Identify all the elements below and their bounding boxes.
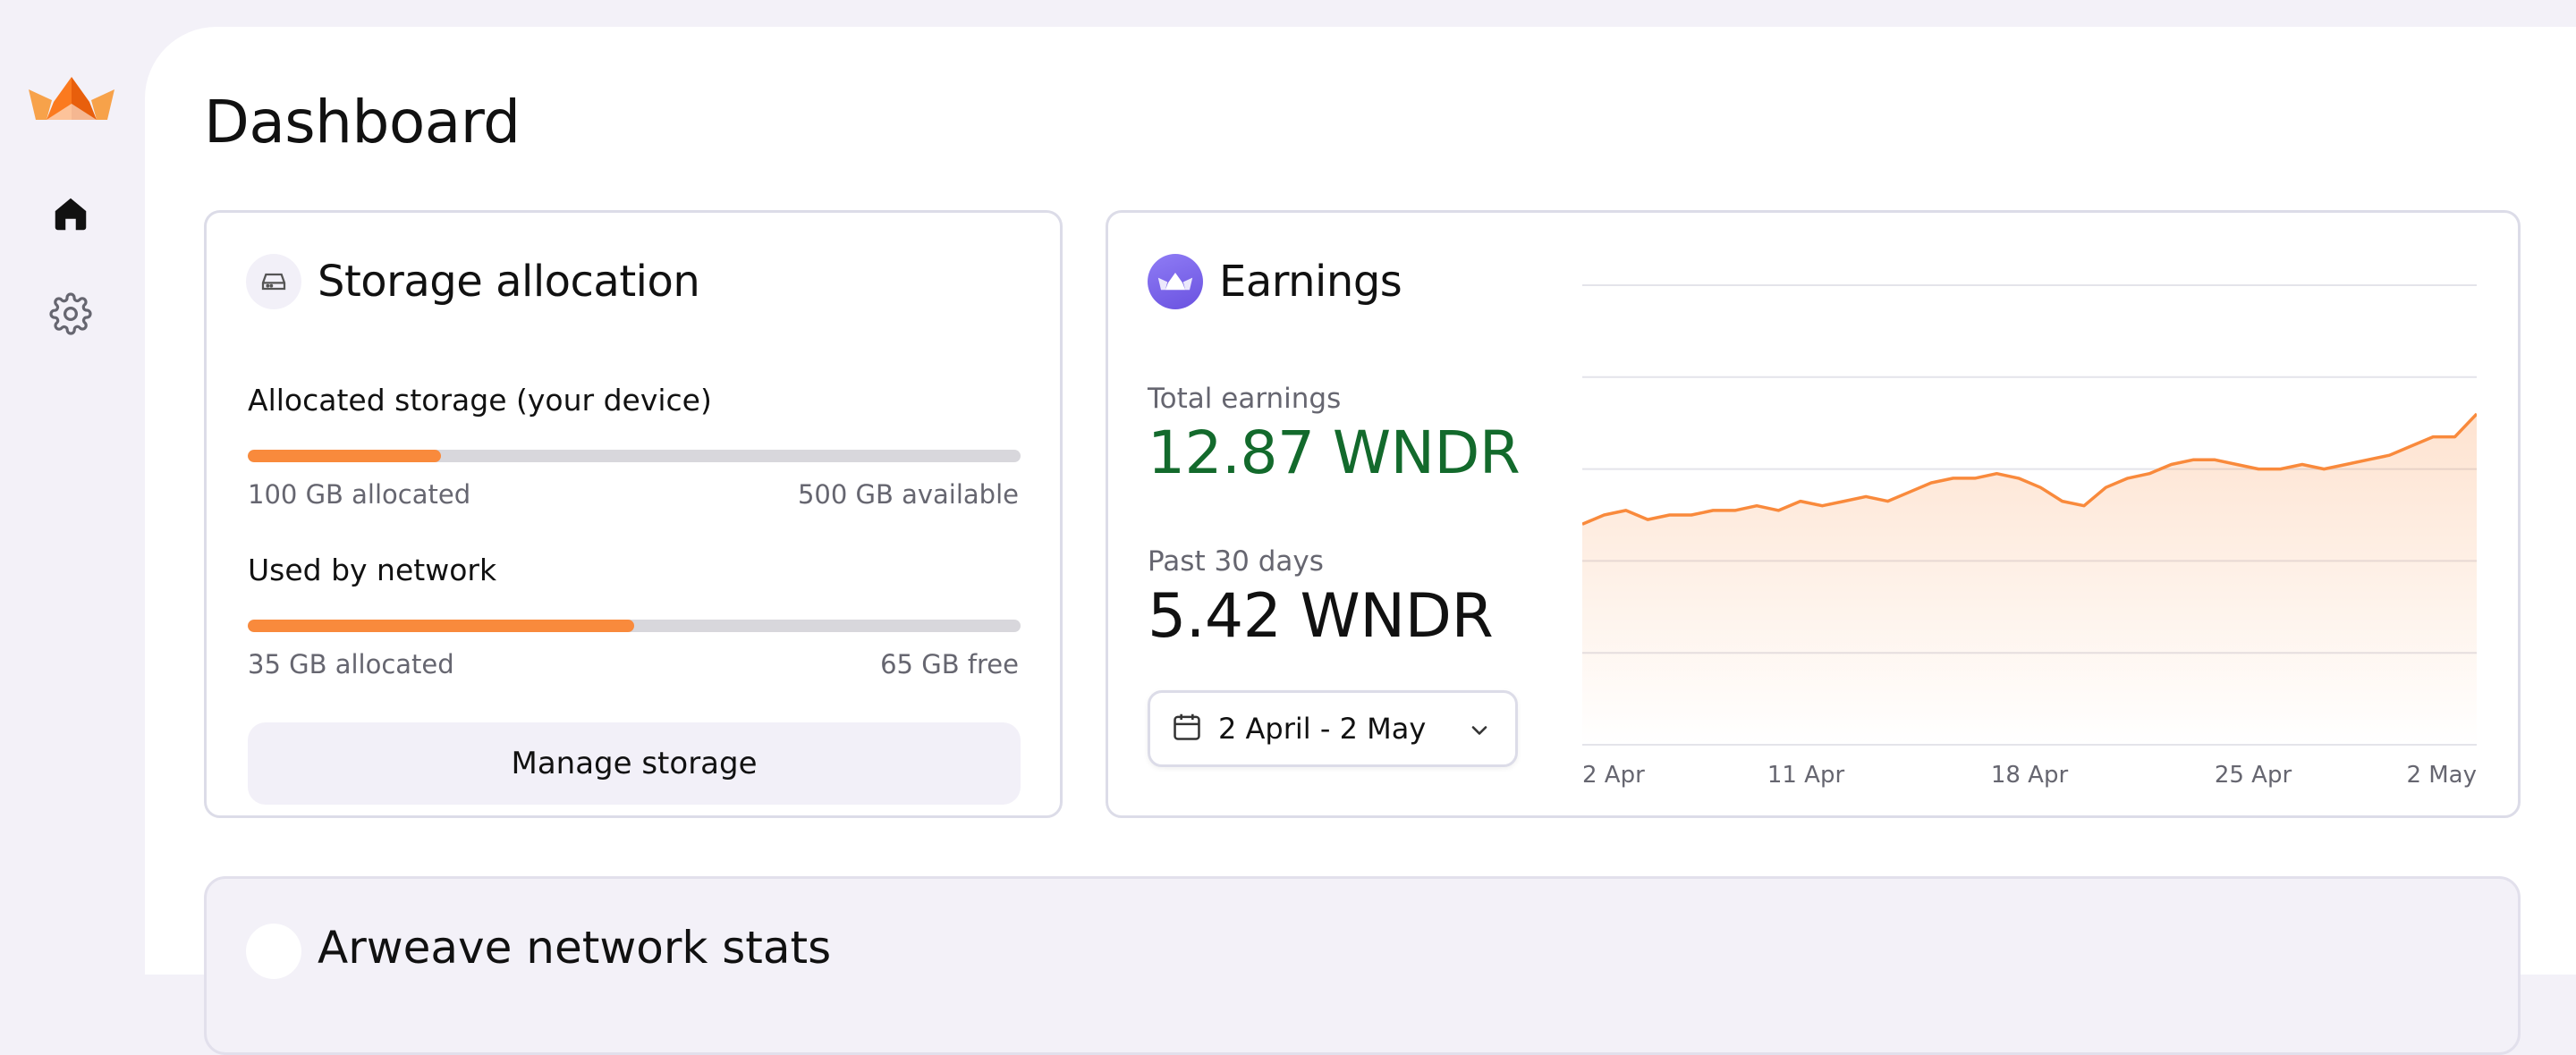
hard-drive-icon (246, 254, 301, 309)
earnings-title: Earnings (1219, 257, 1402, 307)
allocated-storage-fill (248, 450, 441, 462)
home-icon (50, 193, 91, 238)
chart-x-tick: 2 May (2406, 762, 2477, 789)
calendar-icon (1170, 710, 1204, 747)
past-30-days-value: 5.42 WNDR (1148, 581, 1494, 652)
earnings-card-header: Earnings (1148, 254, 1402, 309)
page-title: Dashboard (204, 88, 521, 156)
network-usage-bar (248, 620, 1021, 632)
globe-icon (246, 924, 301, 979)
network-allocated-amount: 35 GB allocated (248, 649, 454, 679)
network-stats-title: Arweave network stats (318, 922, 832, 974)
date-range-label: 2 April - 2 May (1218, 712, 1427, 746)
earnings-chart: 2 Apr 11 Apr 18 Apr 25 Apr 2 May (1582, 284, 2477, 789)
earnings-card: Earnings Total earnings 12.87 WNDR Past … (1106, 210, 2521, 818)
network-free-amount: 65 GB free (880, 649, 1019, 679)
allocated-storage-bar (248, 450, 1021, 462)
date-range-picker[interactable]: 2 April - 2 May (1148, 690, 1518, 767)
storage-card: Storage allocation Allocated storage (yo… (204, 210, 1063, 818)
network-stats-card: Arweave network stats (204, 876, 2521, 1055)
allocated-storage-label: Allocated storage (your device) (248, 383, 712, 418)
chart-x-tick: 2 Apr (1582, 762, 1645, 789)
nav-settings[interactable] (47, 291, 95, 340)
storage-title: Storage allocation (318, 257, 700, 307)
chevron-down-icon (1467, 718, 1492, 747)
main-content: Dashboard Storage allocation Allocated s… (145, 27, 2576, 1055)
chart-x-tick: 11 Apr (1767, 762, 1845, 789)
gear-icon (49, 292, 92, 339)
crown-icon (1148, 254, 1203, 309)
crown-logo[interactable] (27, 77, 116, 122)
storage-card-header: Storage allocation (246, 254, 700, 309)
past-30-days-label: Past 30 days (1148, 545, 1324, 578)
chart-x-tick: 18 Apr (1991, 762, 2069, 789)
network-usage-fill (248, 620, 634, 632)
allocated-amount: 100 GB allocated (248, 479, 471, 510)
total-earnings-label: Total earnings (1148, 383, 1342, 415)
nav-home[interactable] (47, 191, 95, 240)
chart-x-tick: 25 Apr (2215, 762, 2292, 789)
used-by-network-label: Used by network (248, 553, 497, 587)
total-earnings-value: 12.87 WNDR (1148, 418, 1521, 487)
available-amount: 500 GB available (797, 479, 1019, 510)
earnings-area (1582, 413, 2477, 745)
sidebar (0, 0, 145, 942)
manage-storage-button[interactable]: Manage storage (248, 722, 1021, 805)
